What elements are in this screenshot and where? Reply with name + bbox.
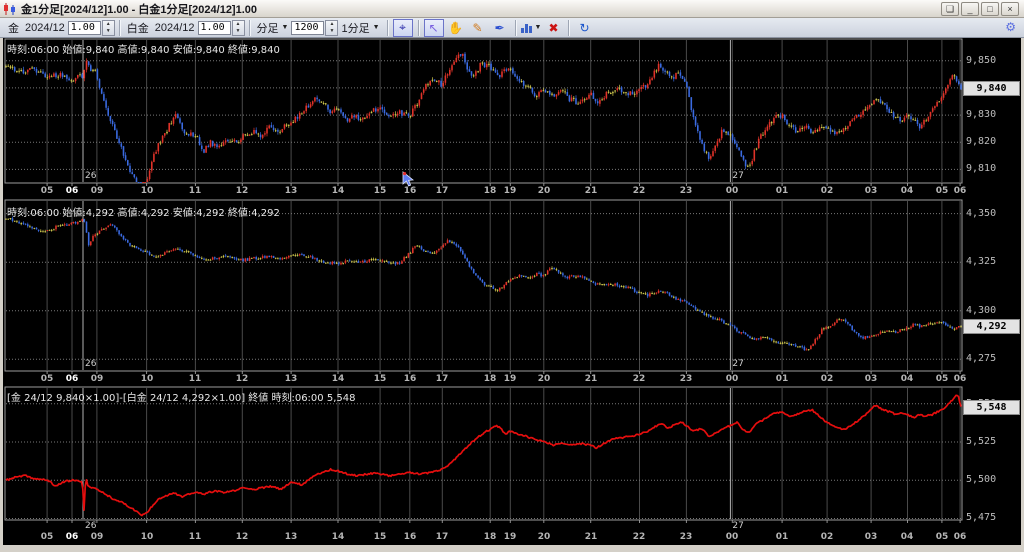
chart-pointer-tool-icon[interactable]: ⌖ xyxy=(393,19,413,37)
select-arrow-tool-icon[interactable]: ↖ xyxy=(424,19,444,37)
platinum-multiplier-input[interactable] xyxy=(198,21,231,35)
chevron-down-icon: ▼ xyxy=(373,24,380,31)
minimize-button[interactable]: _ xyxy=(961,2,979,16)
pen-annotation-tool-icon: ✒ xyxy=(495,21,505,35)
gold-label: 金 xyxy=(5,20,22,36)
pan-hand-tool-icon[interactable]: ✋ xyxy=(446,19,466,37)
interval-label: 1分足 xyxy=(341,20,369,36)
pencil-tool-icon[interactable]: ✎ xyxy=(468,19,488,37)
close-button[interactable]: × xyxy=(1001,2,1019,16)
titlebar[interactable]: 金1分足[2024/12]1.00 - 白金1分足[2024/12]1.00 ❏… xyxy=(0,0,1024,18)
platinum-label: 白金 xyxy=(124,20,152,36)
spread-info: [金 24/12 9,840×1.00]-[白金 24/12 4,292×1.0… xyxy=(7,389,355,404)
spread-chart-plot[interactable] xyxy=(5,387,962,520)
chevron-down-icon: ▼ xyxy=(282,24,289,31)
delete-drawings-tool-icon[interactable]: ✖ xyxy=(543,19,563,37)
toolbar-separator xyxy=(568,20,569,36)
select-arrow-tool-icon: ↖ xyxy=(429,21,439,35)
gold-chart-plot[interactable] xyxy=(5,39,962,183)
gold-month-label: 2024/12 xyxy=(22,22,68,34)
toolbar: 金 2024/12 ▲▼ 白金 2024/12 ▲▼ 分足 ▼ ▲▼ 1分足 ▼… xyxy=(0,18,1024,38)
platinum-ohlc-info: 時刻:06:00 始値:4,292 高値:4,292 安値:4,292 終値:4… xyxy=(7,204,280,219)
gold-multiplier-spinner[interactable]: ▲▼ xyxy=(102,20,115,36)
toolbar-separator xyxy=(119,20,120,36)
gold-multiplier-input[interactable] xyxy=(68,21,101,35)
maximize-button[interactable]: □ xyxy=(981,2,999,16)
bar-type-dropdown[interactable]: 分足 ▼ xyxy=(254,19,292,37)
bar-type-label: 分足 xyxy=(257,20,279,36)
pencil-tool-icon: ✎ xyxy=(473,21,483,35)
refresh-tool-icon: ↻ xyxy=(579,21,589,35)
interval-dropdown[interactable]: 1分足 ▼ xyxy=(338,19,382,37)
toolbar-separator xyxy=(418,20,419,36)
app-icon xyxy=(3,3,17,15)
platinum-multiplier-spinner[interactable]: ▲▼ xyxy=(232,20,245,36)
toolbar-separator xyxy=(249,20,250,36)
toolbar-separator xyxy=(515,20,516,36)
pen-annotation-tool-icon[interactable]: ✒ xyxy=(490,19,510,37)
mouse-cursor-icon xyxy=(400,170,416,188)
chevron-down-icon: ▼ xyxy=(535,24,542,31)
platinum-chart-plot[interactable] xyxy=(5,200,962,371)
window-title: 金1分足[2024/12]1.00 - 白金1分足[2024/12]1.00 xyxy=(21,1,257,17)
chart-type-tool-icon[interactable]: ▼ xyxy=(521,19,542,37)
refresh-tool-icon[interactable]: ↻ xyxy=(574,19,594,37)
toolbar-separator xyxy=(387,20,388,36)
chart-pointer-tool-icon: ⌖ xyxy=(399,20,406,35)
gold-ohlc-info: 時刻:06:00 始値:9,840 高値:9,840 安値:9,840 終値:9… xyxy=(7,41,280,56)
float-window-button[interactable]: ❏ xyxy=(941,2,959,16)
settings-wrench-icon[interactable]: ⚙ xyxy=(1005,20,1016,34)
bar-count-input[interactable] xyxy=(291,21,324,35)
window-controls: ❏ _ □ × xyxy=(941,2,1021,16)
delete-drawings-tool-icon: ✖ xyxy=(548,21,558,35)
platinum-month-label: 2024/12 xyxy=(152,22,198,34)
pan-hand-tool-icon: ✋ xyxy=(448,21,463,35)
bar-count-spinner[interactable]: ▲▼ xyxy=(325,20,338,36)
